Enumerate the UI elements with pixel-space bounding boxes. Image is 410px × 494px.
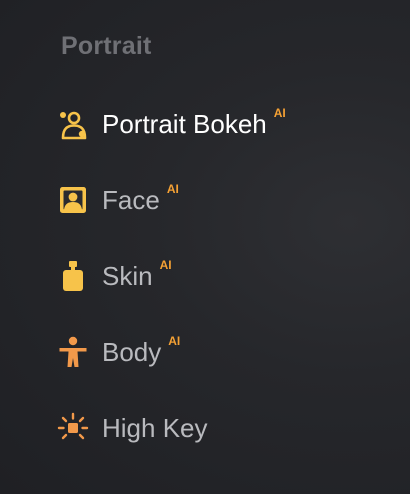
menu-item-label: High Key (102, 413, 208, 443)
portrait-bokeh-icon (56, 107, 90, 141)
menu-item-high-key[interactable]: High Key (56, 408, 208, 448)
menu-item-label: Body (102, 337, 162, 367)
menu-item-skin[interactable]: Skin AI (56, 256, 172, 296)
menu-item-face[interactable]: Face AI (56, 180, 179, 220)
face-portrait-icon (56, 183, 90, 217)
section-title: Portrait (61, 32, 152, 60)
body-figure-icon (56, 335, 90, 369)
menu-item-label: Portrait Bokeh (102, 109, 267, 139)
ai-badge: AI (159, 258, 172, 272)
ai-badge: AI (273, 106, 286, 120)
menu-item-portrait-bokeh[interactable]: Portrait Bokeh AI (56, 104, 286, 144)
high-key-light-icon (56, 411, 90, 445)
menu-item-label: Skin (102, 261, 153, 291)
menu-item-body[interactable]: Body AI (56, 332, 180, 372)
skin-bottle-icon (56, 259, 90, 293)
ai-badge: AI (166, 182, 179, 196)
portrait-tools-panel: Portrait Portrait Bokeh AI Face AI Skin … (0, 0, 410, 494)
ai-badge: AI (168, 334, 181, 348)
menu-item-label: Face (102, 185, 160, 215)
